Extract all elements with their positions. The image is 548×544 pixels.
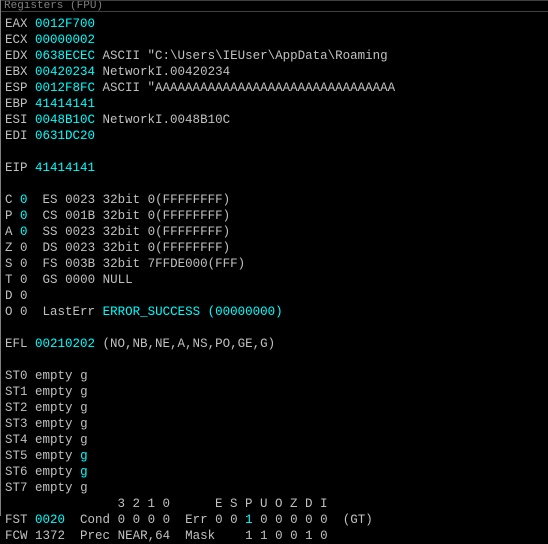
fst-header: 3 2 1 0 E S P U O Z D I: [5, 496, 548, 512]
reg-esi[interactable]: ESI 0048B10C NetworkI.0048B10C: [5, 112, 548, 128]
reg-edi[interactable]: EDI 0631DC20: [5, 128, 548, 144]
fpu-st0[interactable]: ST0 empty g: [5, 368, 548, 384]
registers-panel: EAX 0012F700 ECX 00000002 EDX 0638ECEC A…: [1, 14, 548, 544]
fpu-st3[interactable]: ST3 empty g: [5, 416, 548, 432]
flag-Z[interactable]: Z 0 DS 0023 32bit 0(FFFFFFFF): [5, 240, 548, 256]
reg-efl[interactable]: EFL 00210202 (NO,NB,NE,A,NS,PO,GE,G): [5, 336, 548, 352]
fpu-st2[interactable]: ST2 empty g: [5, 400, 548, 416]
fpu-st7[interactable]: ST7 empty g: [5, 480, 548, 496]
reg-ebx[interactable]: EBX 00420234 NetworkI.00420234: [5, 64, 548, 80]
reg-ebp[interactable]: EBP 41414141: [5, 96, 548, 112]
fpu-st6[interactable]: ST6 empty g: [5, 464, 548, 480]
reg-fst[interactable]: FST 0020 Cond 0 0 0 0 Err 0 0 1 0 0 0 0 …: [5, 512, 548, 528]
flag-O[interactable]: O 0 LastErr ERROR_SUCCESS (00000000): [5, 304, 548, 320]
flag-D[interactable]: D 0: [5, 288, 548, 304]
reg-esp[interactable]: ESP 0012F8FC ASCII "AAAAAAAAAAAAAAAAAAAA…: [5, 80, 548, 96]
flag-T[interactable]: T 0 GS 0000 NULL: [5, 272, 548, 288]
reg-edx[interactable]: EDX 0638ECEC ASCII "C:\Users\IEUser\AppD…: [5, 48, 548, 64]
flag-P[interactable]: P 0 CS 001B 32bit 0(FFFFFFFF): [5, 208, 548, 224]
fpu-st4[interactable]: ST4 empty g: [5, 432, 548, 448]
fpu-st1[interactable]: ST1 empty g: [5, 384, 548, 400]
reg-eip[interactable]: EIP 41414141: [5, 160, 548, 176]
fpu-st5[interactable]: ST5 empty g: [5, 448, 548, 464]
panel-title: Registers (FPU): [1, 0, 548, 12]
flag-S[interactable]: S 0 FS 003B 32bit 7FFDE000(FFF): [5, 256, 548, 272]
reg-eax[interactable]: EAX 0012F700: [5, 16, 548, 32]
reg-ecx[interactable]: ECX 00000002: [5, 32, 548, 48]
reg-fcw[interactable]: FCW 1372 Prec NEAR,64 Mask 1 1 0 0 1 0: [5, 528, 548, 544]
flag-A[interactable]: A 0 SS 0023 32bit 0(FFFFFFFF): [5, 224, 548, 240]
flag-C[interactable]: C 0 ES 0023 32bit 0(FFFFFFFF): [5, 192, 548, 208]
